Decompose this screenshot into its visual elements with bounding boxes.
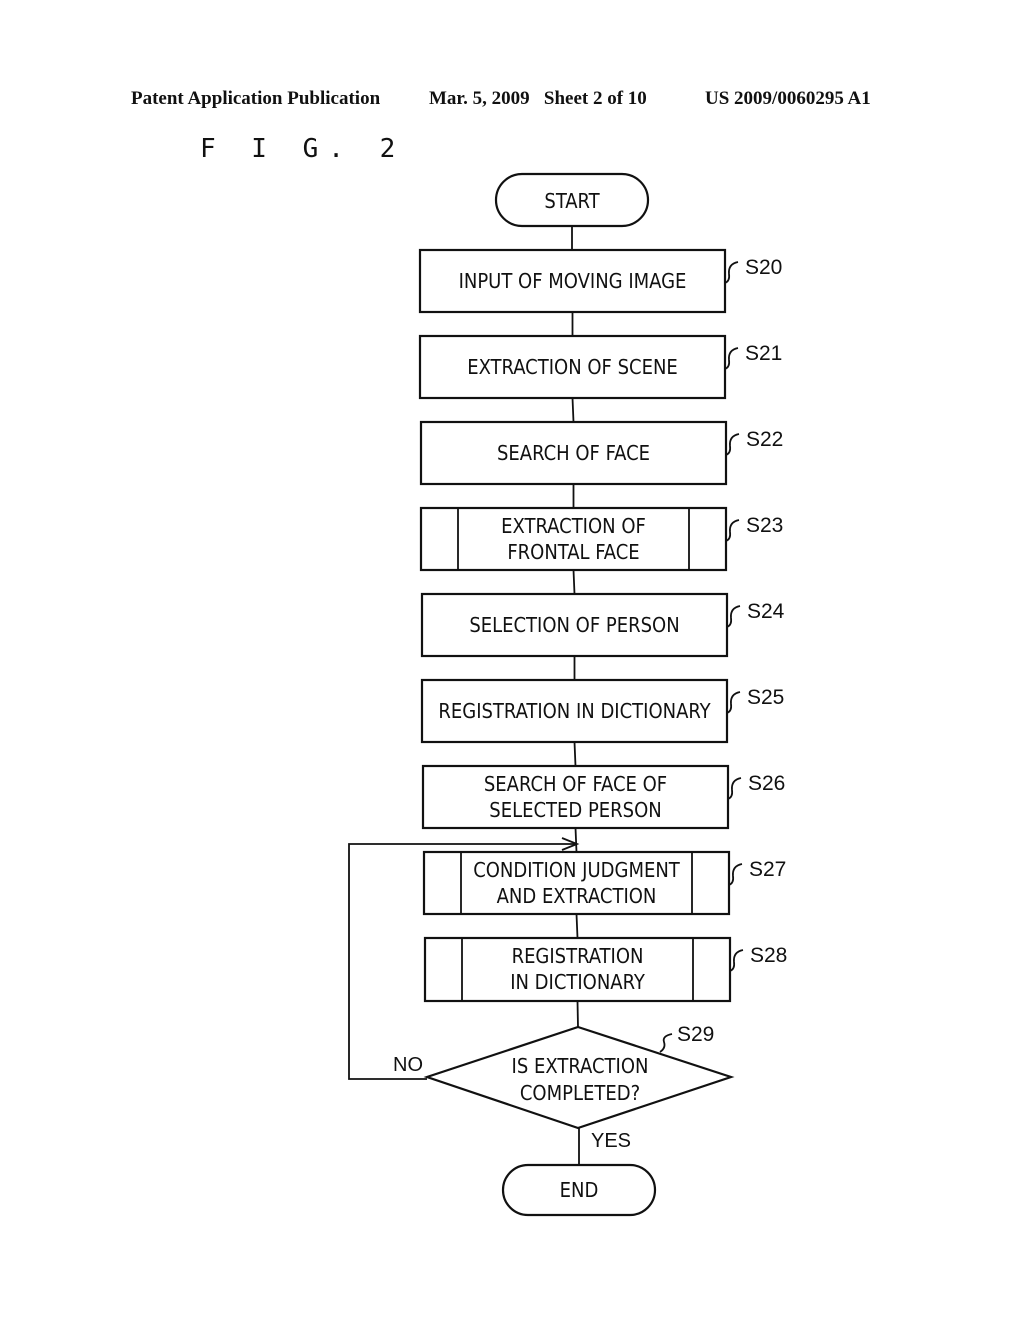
step-id-label: S25 <box>747 686 784 709</box>
step-id-label: S20 <box>745 256 782 279</box>
connector <box>574 827 578 853</box>
step-s20: INPUT OF MOVING IMAGE S20 <box>418 248 782 336</box>
step-id-label: S24 <box>747 600 785 623</box>
connector <box>573 741 577 767</box>
step-id-leader <box>724 261 739 284</box>
start-label: START <box>544 189 600 213</box>
step-id-leader <box>729 949 744 972</box>
step-id-leader <box>727 777 742 800</box>
step-text-line-2: IN DICTIONARY <box>510 970 646 994</box>
step-s25: REGISTRATION IN DICTIONARY S25 <box>420 678 784 767</box>
connector <box>575 913 579 939</box>
step-s26: SEARCH OF FACE OFSELECTED PERSON S26 <box>421 764 785 853</box>
yes-branch: YES <box>578 1128 631 1165</box>
decision-s29: IS EXTRACTION COMPLETED? S29 <box>423 1023 735 1130</box>
step-id-leader <box>725 433 740 456</box>
step-id-leader <box>659 1033 673 1053</box>
step-id-label: S27 <box>749 858 786 881</box>
connector <box>576 1000 579 1028</box>
step-text-line-2: SELECTED PERSON <box>489 798 661 822</box>
step-text-line-2: AND EXTRACTION <box>497 884 657 908</box>
connector <box>572 569 576 595</box>
step-s28: REGISTRATIONIN DICTIONARY S28 <box>423 936 787 1028</box>
step-id-label: S21 <box>745 342 782 365</box>
step-s24: SELECTION OF PERSON S24 <box>420 592 785 680</box>
step-s27: CONDITION JUDGMENTAND EXTRACTION S27 <box>422 850 786 939</box>
steps-group: INPUT OF MOVING IMAGE S20 EXTRACTION OF SC… <box>418 248 787 1028</box>
step-id-label: S28 <box>750 944 787 967</box>
yes-label: YES <box>591 1130 631 1152</box>
step-text: SELECTION OF PERSON <box>469 613 679 637</box>
step-id-leader <box>725 519 740 542</box>
step-text: REGISTRATION IN DICTIONARY <box>438 699 711 723</box>
step-text-line-1: SEARCH OF FACE OF <box>484 772 667 796</box>
step-s23: EXTRACTION OFFRONTAL FACE S23 <box>419 506 783 595</box>
end-terminator: END <box>501 1163 657 1217</box>
decision-step-id: S29 <box>677 1023 714 1046</box>
step-s21: EXTRACTION OF SCENE S21 <box>418 334 782 423</box>
step-text-line-1: REGISTRATION <box>512 944 644 968</box>
decision-text-line-1: IS EXTRACTION <box>512 1054 649 1078</box>
step-id-leader <box>728 863 743 886</box>
connector <box>571 397 575 423</box>
flowchart: START INPUT OF MOVING IMAGE S20 EXTRACTION… <box>348 172 787 1217</box>
end-label: END <box>560 1178 599 1202</box>
step-id-label: S22 <box>746 428 783 451</box>
step-text-line-1: EXTRACTION OF <box>501 514 646 538</box>
step-text: EXTRACTION OF SCENE <box>467 355 678 379</box>
start-terminator: START <box>494 172 650 228</box>
step-text: INPUT OF MOVING IMAGE <box>459 269 687 293</box>
step-text-line-1: CONDITION JUDGMENT <box>473 858 681 882</box>
step-id-label: S26 <box>748 772 785 795</box>
step-id-label: S23 <box>746 514 783 537</box>
step-text: SEARCH OF FACE <box>497 441 650 465</box>
step-id-leader <box>726 691 741 714</box>
step-text-line-2: FRONTAL FACE <box>507 540 639 564</box>
decision-text-line-2: COMPLETED? <box>520 1081 640 1105</box>
step-id-leader <box>726 605 741 628</box>
step-s22: SEARCH OF FACE S22 <box>419 420 783 508</box>
no-label: NO <box>393 1054 423 1076</box>
step-id-leader <box>724 347 739 370</box>
